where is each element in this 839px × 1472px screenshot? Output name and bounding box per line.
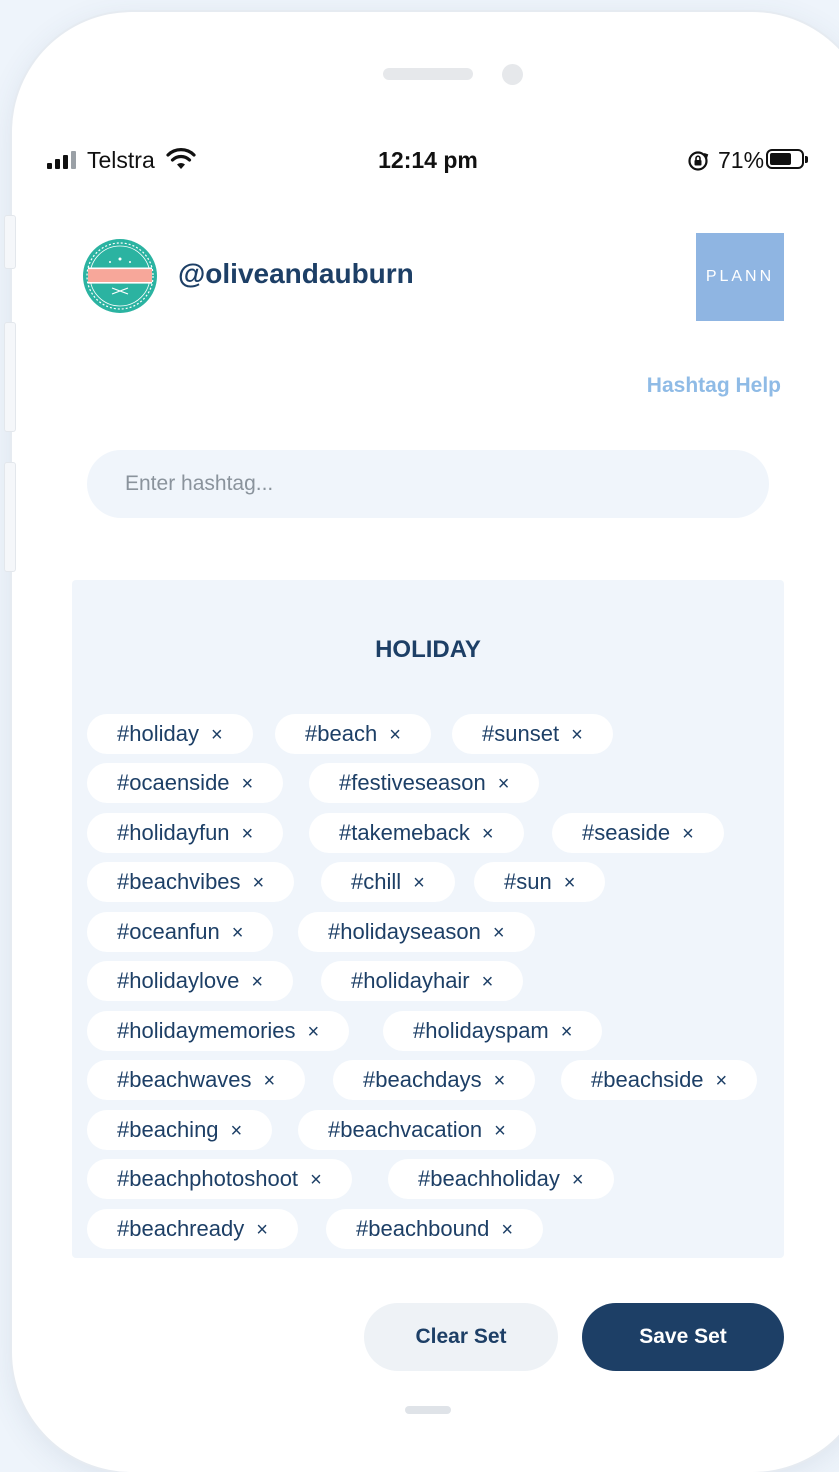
plann-logo: PLANN xyxy=(696,233,784,321)
account-username: @oliveandauburn xyxy=(178,258,414,289)
phone-speaker xyxy=(383,68,473,80)
hashtag-label: #holiday xyxy=(117,721,199,746)
hashtag-label: #holidaymemories xyxy=(117,1018,296,1043)
hashtag-label: #ocaenside xyxy=(117,770,230,795)
hashtag-chip[interactable]: #beach × xyxy=(275,714,431,754)
remove-hashtag-icon[interactable]: × xyxy=(482,823,494,845)
hashtag-label: #beachwaves xyxy=(117,1067,252,1092)
hashtag-chip[interactable]: #holidayseason × xyxy=(298,912,535,952)
hashtag-label: #holidayspam xyxy=(413,1018,549,1043)
hashtag-chip[interactable]: #beachdays × xyxy=(333,1060,536,1100)
hashtag-label: #beachside xyxy=(591,1067,704,1092)
hashtag-chip[interactable]: #chill × xyxy=(321,862,455,902)
hashtag-chip[interactable]: #oceanfun × xyxy=(87,912,274,952)
hashtag-label: #beachvacation xyxy=(328,1117,483,1142)
hashtag-label: #beach xyxy=(305,721,378,746)
hashtag-chip[interactable]: #beachholiday × xyxy=(388,1159,614,1199)
remove-hashtag-icon[interactable]: × xyxy=(564,872,576,894)
hashtag-chip[interactable]: #seaside × xyxy=(552,813,724,853)
hashtag-label: #beachbound xyxy=(356,1216,490,1241)
hashtag-chip[interactable]: #beachwaves × xyxy=(87,1060,306,1100)
hashtag-chip[interactable]: #beachphotoshoot × xyxy=(87,1159,352,1199)
phone-camera xyxy=(502,64,523,85)
hashtag-chip[interactable]: #beachready × xyxy=(87,1209,298,1249)
hashtag-chip[interactable]: #holidaylove × xyxy=(87,961,293,1001)
hashtag-label: #beachholiday xyxy=(418,1166,560,1191)
hashtag-chip[interactable]: #holidaymemories × xyxy=(87,1011,350,1051)
remove-hashtag-icon[interactable]: × xyxy=(232,922,244,944)
save-set-button[interactable]: Save Set xyxy=(582,1303,784,1371)
hashtag-label: #holidayfun xyxy=(117,820,230,845)
hashtag-set-panel: HOLIDAY #holiday × #beach × #sunset × #ocaensi… xyxy=(72,580,784,1258)
remove-hashtag-icon[interactable]: × xyxy=(571,724,583,746)
remove-hashtag-icon[interactable]: × xyxy=(211,724,223,746)
side-button xyxy=(4,215,16,269)
remove-hashtag-icon[interactable]: × xyxy=(242,773,254,795)
remove-hashtag-icon[interactable]: × xyxy=(310,1169,322,1191)
remove-hashtag-icon[interactable]: × xyxy=(242,823,254,845)
remove-hashtag-icon[interactable]: × xyxy=(493,922,505,944)
remove-hashtag-icon[interactable]: × xyxy=(251,971,263,993)
hashtag-label: #holidayhair xyxy=(351,968,470,993)
home-indicator xyxy=(405,1406,451,1414)
hashtag-chip[interactable]: #sun × xyxy=(474,862,606,902)
hashtag-chip[interactable]: #ocaenside × xyxy=(87,763,284,803)
hashtag-set-title: HOLIDAY xyxy=(375,636,481,663)
hashtag-chip[interactable]: #takemeback × xyxy=(309,813,524,853)
remove-hashtag-icon[interactable]: × xyxy=(482,971,494,993)
hashtag-label: #holidayseason xyxy=(328,919,481,944)
hashtag-label: #beachdays xyxy=(363,1067,482,1092)
status-bar: Telstra 12:14 pm 71% xyxy=(0,145,839,179)
hashtag-label: #beachready xyxy=(117,1216,245,1241)
hashtag-chip[interactable]: #holidayspam × xyxy=(383,1011,603,1051)
hashtag-label: #beaching xyxy=(117,1117,219,1142)
remove-hashtag-icon[interactable]: × xyxy=(231,1120,243,1142)
remove-hashtag-icon[interactable]: × xyxy=(498,773,510,795)
remove-hashtag-icon[interactable]: × xyxy=(682,823,694,845)
status-time: 12:14 pm xyxy=(378,147,478,173)
hashtag-label: #chill xyxy=(351,869,402,894)
side-button xyxy=(4,462,16,572)
hashtag-search-input[interactable] xyxy=(87,450,769,518)
hashtag-label: #sun xyxy=(504,869,552,894)
remove-hashtag-icon[interactable]: × xyxy=(572,1169,584,1191)
hashtag-chip[interactable]: #beachvibes × xyxy=(87,862,295,902)
hashtag-label: #beachphotoshoot xyxy=(117,1166,299,1191)
hashtag-help-link[interactable]: Hashtag Help xyxy=(647,374,781,398)
clear-set-button[interactable]: Clear Set xyxy=(364,1303,558,1371)
remove-hashtag-icon[interactable]: × xyxy=(413,872,425,894)
battery-percent: 71% xyxy=(718,147,765,173)
hashtag-chip[interactable]: #holiday × xyxy=(87,714,253,754)
remove-hashtag-icon[interactable]: × xyxy=(389,724,401,746)
hashtag-label: #takemeback xyxy=(339,820,470,845)
hashtag-chip[interactable]: #beachside × xyxy=(561,1060,758,1100)
remove-hashtag-icon[interactable]: × xyxy=(253,872,265,894)
rotation-lock-icon xyxy=(687,150,709,178)
hashtag-chip[interactable]: #beaching × xyxy=(87,1110,273,1150)
hashtag-chip[interactable]: #holidayhair × xyxy=(321,961,524,1001)
hashtag-chip[interactable]: #beachvacation × xyxy=(298,1110,536,1150)
hashtag-label: #festiveseason xyxy=(339,770,486,795)
remove-hashtag-icon[interactable]: × xyxy=(308,1021,320,1043)
remove-hashtag-icon[interactable]: × xyxy=(561,1021,573,1043)
remove-hashtag-icon[interactable]: × xyxy=(256,1219,268,1241)
battery-fill xyxy=(770,153,791,165)
hashtag-label: #sunset xyxy=(482,721,560,746)
remove-hashtag-icon[interactable]: × xyxy=(264,1070,276,1092)
hashtag-label: #holidaylove xyxy=(117,968,240,993)
side-button xyxy=(4,322,16,432)
hashtag-chip[interactable]: #beachbound × xyxy=(326,1209,544,1249)
remove-hashtag-icon[interactable]: × xyxy=(494,1070,506,1092)
hashtag-chip[interactable]: #sunset × xyxy=(452,714,613,754)
remove-hashtag-icon[interactable]: × xyxy=(501,1219,513,1241)
battery-icon xyxy=(766,149,808,169)
hashtag-label: #seaside xyxy=(582,820,671,845)
avatar[interactable] xyxy=(82,238,158,314)
hashtag-label: #oceanfun xyxy=(117,919,220,944)
hashtag-chip[interactable]: #holidayfun × xyxy=(87,813,284,853)
remove-hashtag-icon[interactable]: × xyxy=(716,1070,728,1092)
hashtag-label: #beachvibes xyxy=(117,869,241,894)
hashtag-chip[interactable]: #festiveseason × xyxy=(309,763,540,803)
remove-hashtag-icon[interactable]: × xyxy=(494,1120,506,1142)
